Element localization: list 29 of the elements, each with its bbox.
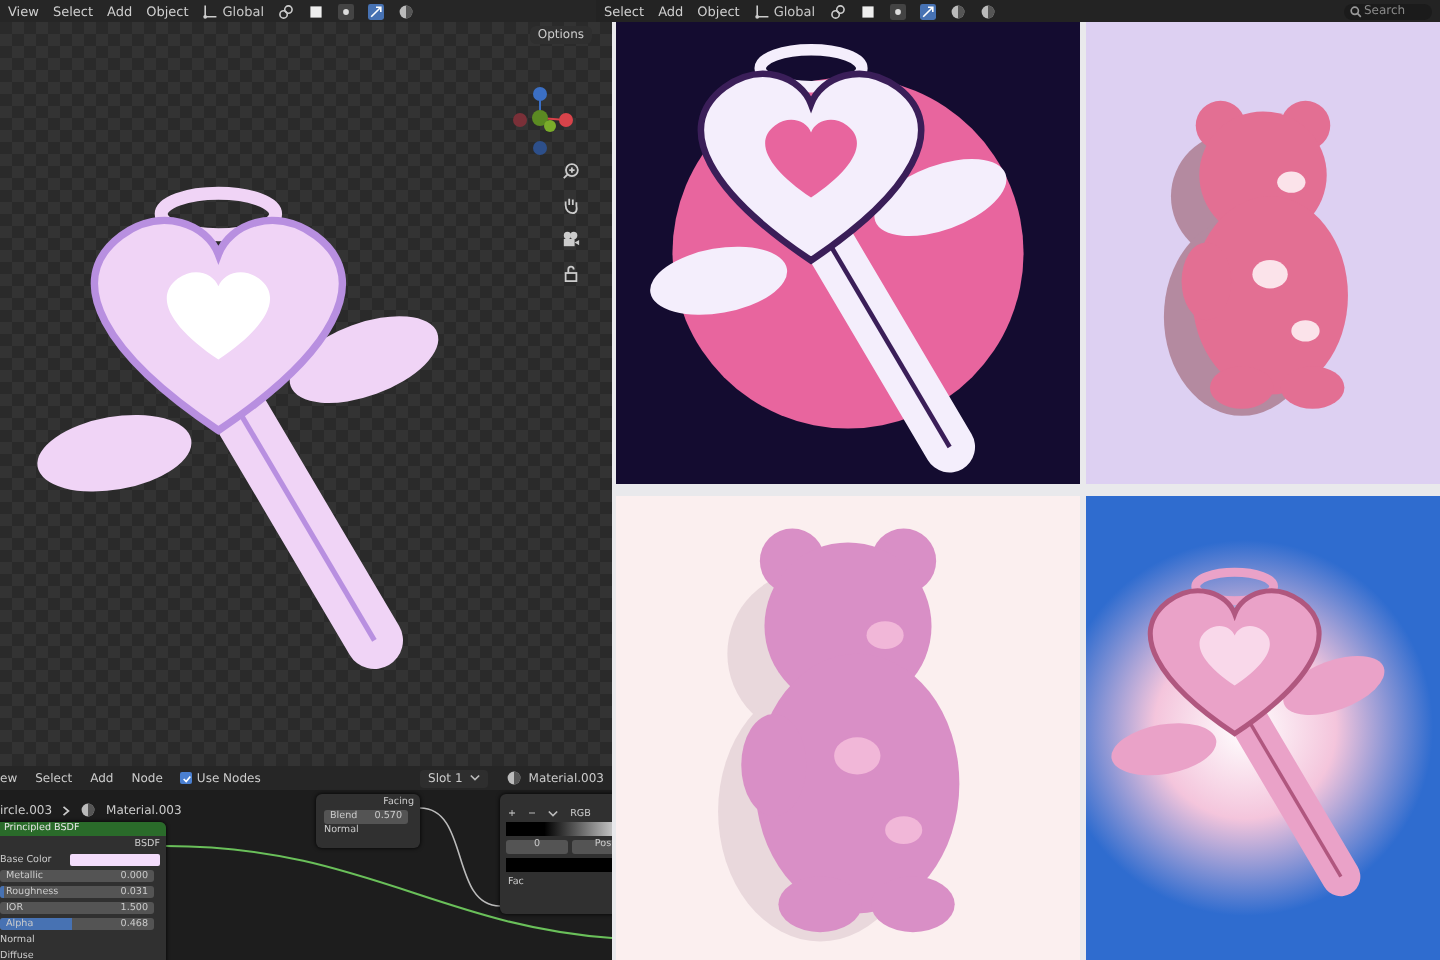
node-link[interactable] [165, 845, 612, 939]
gizmo-toggle-icon[interactable] [919, 3, 936, 19]
gizmo-toggle-icon[interactable] [368, 3, 385, 19]
zoom-icon[interactable] [562, 162, 580, 180]
use-nodes-checkbox[interactable] [180, 772, 193, 784]
overlay-icon[interactable] [949, 3, 966, 19]
material-icon[interactable] [80, 802, 97, 818]
hand-icon[interactable] [562, 196, 580, 214]
camera-icon[interactable] [562, 230, 580, 248]
chevron-icon [548, 810, 559, 818]
color-swatch[interactable] [70, 854, 160, 866]
color-ramp-gradient[interactable] [506, 822, 612, 836]
stop-color-swatch[interactable] [506, 857, 612, 871]
dot-icon[interactable] [338, 3, 355, 19]
link-icon[interactable] [829, 3, 846, 19]
chevron-icon [470, 774, 481, 782]
lock-icon[interactable] [562, 264, 580, 282]
orientation-icon[interactable] [753, 3, 770, 19]
shading-icon[interactable] [979, 3, 996, 19]
shading-icon[interactable] [398, 3, 415, 19]
node-link[interactable] [419, 807, 501, 907]
search-icon [1350, 5, 1362, 17]
material-icon[interactable] [506, 770, 523, 786]
link-icon[interactable] [278, 3, 295, 19]
orientation-icon[interactable] [202, 3, 219, 19]
square-icon[interactable] [308, 3, 325, 19]
dot-icon[interactable] [889, 3, 906, 19]
chevron-right-icon [62, 805, 71, 815]
square-icon[interactable] [859, 3, 876, 19]
